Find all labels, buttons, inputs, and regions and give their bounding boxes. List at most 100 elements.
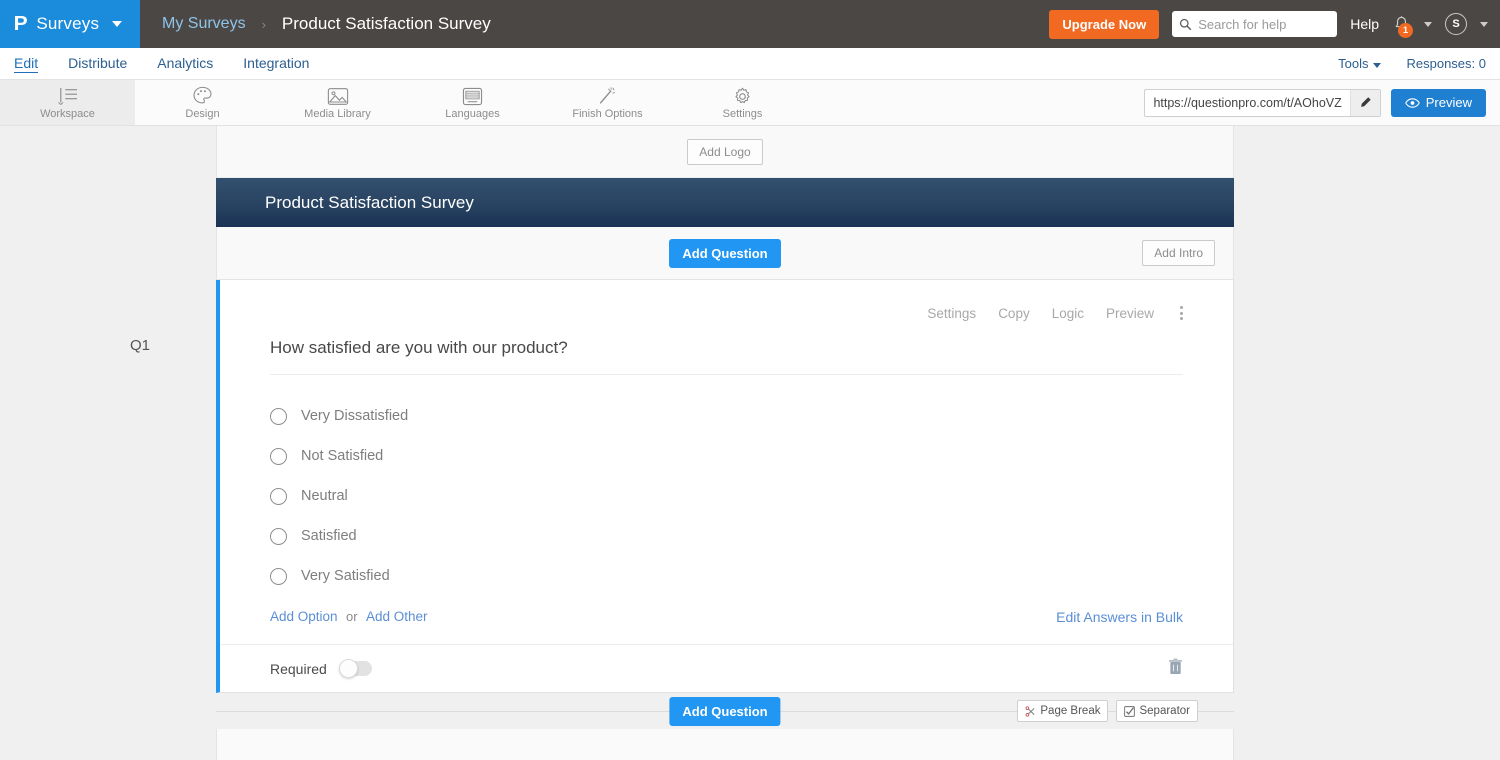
option-label[interactable]: Satisfied: [301, 528, 357, 544]
toolbar-label-design: Design: [185, 108, 220, 120]
top-bar: P Surveys My Surveys › Product Satisfact…: [0, 0, 1500, 48]
question-settings-link[interactable]: Settings: [927, 306, 976, 321]
question-tools: Settings Copy Logic Preview: [270, 302, 1183, 324]
questionpro-logo-icon: P: [13, 13, 28, 35]
option-label[interactable]: Very Satisfied: [301, 568, 390, 584]
separator-icon: [1124, 705, 1136, 717]
option-label[interactable]: Very Dissatisfied: [301, 408, 408, 424]
radio-icon[interactable]: [270, 527, 287, 545]
upgrade-now-button[interactable]: Upgrade Now: [1049, 9, 1160, 39]
image-icon: [327, 85, 349, 107]
add-question-band-bottom: Add Question Page Break Separator: [216, 693, 1234, 729]
question-card-body: Settings Copy Logic Preview How satisfie…: [220, 280, 1233, 644]
notifications-button[interactable]: 1: [1392, 15, 1413, 38]
nav-right-actions: Tools Responses: 0: [1338, 56, 1486, 71]
question-logic-link[interactable]: Logic: [1052, 306, 1084, 321]
survey-title-banner[interactable]: Product Satisfaction Survey: [216, 178, 1234, 227]
tab-edit[interactable]: Edit: [14, 55, 39, 73]
toolbar-item-media-library[interactable]: Media Library: [270, 80, 405, 125]
question-row: Q1 Settings Copy Logic Preview How satis…: [130, 280, 1234, 693]
toolbar-item-settings[interactable]: Settings: [675, 80, 810, 125]
radio-icon[interactable]: [270, 567, 287, 585]
keyboard-icon: [462, 85, 483, 107]
survey-canvas: Add Logo Product Satisfaction Survey Add…: [0, 126, 1500, 760]
question-number-label: Q1: [129, 337, 150, 354]
notifications-chevron-down-icon[interactable]: [1424, 21, 1432, 27]
tools-menu-button[interactable]: Tools: [1338, 56, 1381, 71]
edit-url-button[interactable]: [1349, 89, 1380, 116]
toolbar-right-actions: https://questionpro.com/t/AOhoVZ Preview: [1144, 80, 1500, 125]
help-link[interactable]: Help: [1350, 16, 1379, 32]
option-label[interactable]: Neutral: [301, 488, 348, 504]
breadcrumb-current-survey: Product Satisfaction Survey: [281, 14, 491, 33]
palette-icon: [192, 85, 213, 107]
add-intro-button[interactable]: Add Intro: [1142, 240, 1215, 266]
toolbar-label-settings: Settings: [722, 108, 763, 120]
radio-icon[interactable]: [270, 447, 287, 465]
delete-question-button[interactable]: [1168, 657, 1183, 680]
help-search-box[interactable]: [1172, 11, 1338, 37]
toolbar-label-finish-options: Finish Options: [572, 108, 643, 120]
option-row[interactable]: Not Satisfied: [270, 436, 1183, 476]
toolbar-item-workspace[interactable]: Workspace: [0, 80, 135, 125]
brand-home-button[interactable]: P Surveys: [0, 0, 140, 48]
responses-count[interactable]: Responses: 0: [1407, 56, 1487, 71]
add-other-link[interactable]: Add Other: [366, 609, 428, 624]
search-input[interactable]: [1198, 16, 1331, 32]
tab-distribute[interactable]: Distribute: [68, 55, 127, 73]
option-row[interactable]: Very Satisfied: [270, 556, 1183, 596]
preview-button[interactable]: Preview: [1390, 88, 1486, 117]
brand-label: Surveys: [36, 14, 100, 33]
toolbar-label-languages: Languages: [445, 108, 500, 120]
question-copy-link[interactable]: Copy: [998, 306, 1030, 321]
trash-icon: [1168, 657, 1183, 674]
option-actions: Add Option or Add Other Edit Answers in …: [270, 596, 1183, 644]
preview-button-label: Preview: [1425, 95, 1472, 110]
insert-element-buttons: Page Break Separator: [1017, 700, 1198, 722]
question-title[interactable]: How satisfied are you with our product?: [270, 324, 1183, 375]
top-bar-actions: Upgrade Now Help 1 S: [1049, 9, 1500, 39]
section-tabs: Edit Distribute Analytics Integration: [14, 55, 1338, 73]
notification-badge: 1: [1398, 22, 1413, 38]
separator-button[interactable]: Separator: [1116, 700, 1198, 722]
avatar[interactable]: S: [1445, 13, 1467, 35]
toolbar-label-media-library: Media Library: [304, 108, 371, 120]
eye-icon: [1405, 97, 1420, 108]
question-options: Very Dissatisfied Not Satisfied Neutral: [270, 375, 1183, 596]
add-question-band-top: Add Question Add Intro: [216, 227, 1234, 280]
page-break-button[interactable]: Page Break: [1017, 700, 1109, 722]
toggle-knob: [338, 659, 358, 678]
question-card: Settings Copy Logic Preview How satisfie…: [216, 280, 1234, 693]
question-preview-link[interactable]: Preview: [1106, 306, 1154, 321]
option-row[interactable]: Satisfied: [270, 516, 1183, 556]
survey-url-box[interactable]: https://questionpro.com/t/AOhoVZ: [1144, 88, 1381, 117]
option-row[interactable]: Neutral: [270, 476, 1183, 516]
survey-lower-band: [216, 729, 1234, 760]
survey-builder: Add Logo Product Satisfaction Survey Add…: [130, 126, 1234, 760]
add-logo-button[interactable]: Add Logo: [687, 138, 763, 165]
magic-wand-icon: [597, 85, 618, 107]
edit-answers-in-bulk-link[interactable]: Edit Answers in Bulk: [1056, 609, 1183, 625]
pencil-icon: [1360, 97, 1371, 107]
tab-analytics[interactable]: Analytics: [157, 55, 213, 73]
add-question-button-bottom[interactable]: Add Question: [669, 696, 781, 726]
toolbar-item-finish-options[interactable]: Finish Options: [540, 80, 675, 125]
account-chevron-down-icon[interactable]: [1480, 21, 1488, 27]
editor-toolbar: Workspace Design Media Library Languages…: [0, 80, 1500, 126]
option-row[interactable]: Very Dissatisfied: [270, 396, 1183, 436]
toolbar-item-languages[interactable]: Languages: [405, 80, 540, 125]
required-toggle[interactable]: [338, 659, 372, 678]
toolbar-item-design[interactable]: Design: [135, 80, 270, 125]
chevron-down-icon: [112, 21, 123, 27]
radio-icon[interactable]: [270, 407, 287, 425]
add-question-button-top[interactable]: Add Question: [669, 238, 781, 268]
logo-band: Add Logo: [216, 126, 1234, 178]
add-question-wrapper: Add Question: [669, 696, 781, 726]
breadcrumb-my-surveys[interactable]: My Surveys: [162, 15, 246, 33]
add-option-link[interactable]: Add Option: [270, 609, 338, 624]
radio-icon[interactable]: [270, 487, 287, 505]
option-label[interactable]: Not Satisfied: [301, 448, 383, 464]
question-more-menu-icon[interactable]: [1180, 306, 1183, 320]
tab-integration[interactable]: Integration: [243, 55, 309, 73]
question-footer: Required: [220, 644, 1233, 692]
